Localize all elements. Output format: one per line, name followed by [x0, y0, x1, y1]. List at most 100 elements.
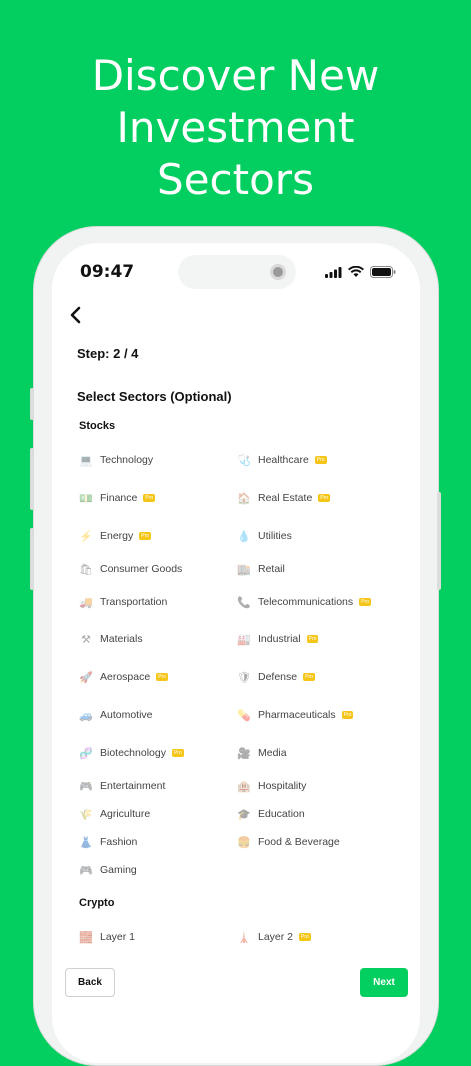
phone-side-button [437, 492, 441, 590]
sector-label: Telecommunications [258, 596, 354, 608]
sector-label: Layer 1 [100, 931, 136, 943]
next-button[interactable]: Next [360, 968, 408, 997]
sector-label: Retail [258, 563, 285, 575]
sector-label: Hospitality [258, 780, 307, 792]
sector-icon: 🎮 [79, 780, 93, 793]
sector-label: Media [258, 747, 287, 759]
sector-icon: 🍔 [237, 836, 251, 849]
sector-item[interactable]: 🎮 Entertainment [79, 777, 165, 795]
sector-icon: 🏭 [237, 633, 251, 646]
pro-badge: Pro [299, 933, 311, 941]
sector-item[interactable]: 💵 Finance Pro [79, 489, 156, 507]
sector-item[interactable]: 💊 Pharmaceuticals Pro [237, 706, 354, 724]
sector-label: Technology [100, 454, 154, 466]
sector-icon: 📞 [237, 596, 251, 609]
sector-item[interactable]: 🎥 Media [237, 744, 287, 762]
sector-icon: 🏬 [237, 563, 251, 576]
sector-item[interactable]: 🏭 Industrial Pro [237, 630, 319, 648]
section-title: Select Sectors (Optional) [77, 389, 232, 404]
sector-icon: ⚡ [79, 530, 93, 543]
group-label-stocks: Stocks [79, 420, 116, 432]
sector-label: Biotechnology [100, 747, 166, 759]
sector-item[interactable]: ⚒ Materials [79, 630, 143, 648]
step-indicator: Step: 2 / 4 [77, 346, 139, 361]
sector-label: Transportation [100, 596, 168, 608]
pro-badge: Pro [139, 532, 152, 540]
sector-item[interactable]: 🎮 Gaming [79, 861, 137, 879]
pro-badge: Pro [306, 635, 319, 643]
sector-label: Education [258, 808, 305, 820]
dynamic-island [178, 255, 296, 289]
battery-icon [370, 266, 396, 278]
sector-item[interactable]: 🚀 Aerospace Pro [79, 668, 168, 686]
sector-item[interactable]: 🛡 Defense Pro [237, 668, 315, 686]
sector-label: Food & Beverage [258, 836, 340, 848]
sector-item[interactable]: 🏠 Real Estate Pro [237, 489, 331, 507]
sector-item[interactable]: 🧬 Biotechnology Pro [79, 744, 184, 762]
sector-item[interactable]: 🧱 Layer 1 [79, 928, 135, 946]
sector-icon: 🚙 [79, 709, 93, 722]
sector-icon: 🛡 [237, 671, 251, 684]
sector-label: Pharmaceuticals [258, 709, 336, 721]
sector-item[interactable]: 🛍 Consumer Goods [79, 560, 182, 578]
sector-icon: 🛍 [79, 563, 93, 576]
sector-icon: 👗 [79, 836, 93, 849]
sector-label: Utilities [258, 530, 292, 542]
sector-item[interactable]: 🌾 Agriculture [79, 805, 150, 823]
sector-item[interactable]: 💻 Technology [79, 451, 153, 469]
sector-label: Aerospace [100, 671, 151, 683]
sector-item[interactable]: 🩺 Healthcare Pro [237, 451, 327, 469]
sector-item[interactable]: 🍔 Food & Beverage [237, 833, 340, 851]
sector-icon: 🚀 [79, 671, 93, 684]
sector-item[interactable]: 🎓 Education [237, 805, 305, 823]
sector-icon: ⚒ [81, 633, 91, 646]
sector-item[interactable]: ⚡ Energy Pro [79, 527, 152, 545]
sector-label: Defense [258, 671, 298, 683]
sector-icon: 🏨 [237, 780, 251, 793]
sector-item[interactable]: 🗼 Layer 2 Pro [237, 928, 311, 946]
camera-icon [270, 264, 286, 280]
sector-label: Layer 2 [258, 931, 294, 943]
sector-item[interactable]: 🏬 Retail [237, 560, 285, 578]
sector-label: Consumer Goods [100, 563, 183, 575]
phone-side-button [30, 448, 34, 510]
sector-icon: 🚚 [79, 596, 93, 609]
sector-label: Industrial [258, 633, 301, 645]
back-button[interactable]: Back [65, 968, 115, 997]
phone-screen: 09:47 Step: 2 / 4 Select Sectors (Option… [52, 243, 420, 1063]
phone-side-button [30, 528, 34, 590]
status-time: 09:47 [80, 262, 135, 282]
sector-item[interactable]: 📞 Telecommunications Pro [237, 593, 371, 611]
pro-badge: Pro [143, 494, 156, 502]
sector-icon: 🏠 [237, 492, 251, 505]
sector-label: Automotive [100, 709, 153, 721]
pro-badge: Pro [171, 749, 184, 757]
sector-label: Real Estate [258, 492, 313, 504]
sector-label: Materials [100, 633, 143, 645]
headline-line-3: Sectors [157, 155, 314, 204]
pro-badge: Pro [156, 673, 168, 681]
pro-badge: Pro [318, 494, 331, 502]
sector-icon: 🎮 [79, 864, 93, 877]
sector-icon: 💊 [237, 709, 251, 722]
sector-icon: 🩺 [237, 454, 251, 467]
sector-label: Energy [100, 530, 134, 542]
sector-item[interactable]: 🚙 Automotive [79, 706, 153, 724]
sector-item[interactable]: 👗 Fashion [79, 833, 137, 851]
sector-icon: 🗼 [237, 931, 251, 944]
headline: Discover New Investment Sectors [0, 50, 471, 206]
sector-icon: 🎓 [237, 808, 251, 821]
status-icons [325, 266, 396, 278]
phone-side-button [30, 388, 34, 420]
sector-label: Fashion [100, 836, 138, 848]
pro-badge: Pro [314, 456, 327, 464]
sector-item[interactable]: 🚚 Transportation [79, 593, 167, 611]
sector-item[interactable]: 💧 Utilities [237, 527, 292, 545]
sector-icon: 🧬 [79, 747, 93, 760]
headline-line-2: Investment [116, 103, 355, 152]
sector-icon: 🧱 [79, 931, 93, 944]
sector-icon: 💵 [79, 492, 93, 505]
pro-badge: Pro [341, 711, 354, 719]
back-chevron-icon[interactable] [64, 303, 88, 327]
sector-item[interactable]: 🏨 Hospitality [237, 777, 306, 795]
